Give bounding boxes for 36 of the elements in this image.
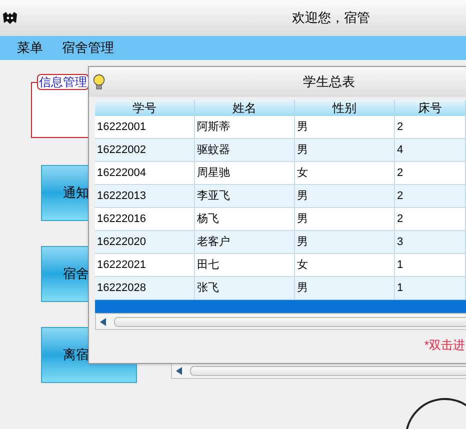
table-cell: 老客户	[195, 231, 295, 253]
group-legend: 信息管理	[37, 74, 89, 90]
table-cell: 16222020	[95, 231, 195, 253]
table-cell: 女	[295, 254, 395, 276]
table-cell: 2	[395, 116, 466, 138]
table-cell: 1	[395, 277, 466, 299]
table-cell: 16222028	[95, 277, 195, 299]
table-cell: 驱蚊器	[195, 139, 295, 161]
table-cell: 张飞	[195, 277, 295, 299]
table-cell: 男	[295, 208, 395, 230]
table-cell: 男	[295, 277, 395, 299]
table-cell: 16222013	[95, 185, 195, 207]
table-cell: 男	[295, 185, 395, 207]
table-cell: 阿斯蒂	[195, 116, 295, 138]
table-cell: 1	[395, 254, 466, 276]
table-cell: 2	[395, 208, 466, 230]
window-title: 欢迎您，宿管	[292, 9, 370, 28]
table-cell: 周星驰	[195, 162, 295, 184]
table-cell: 16222004	[95, 162, 195, 184]
dialog-title: 学生总表	[303, 73, 355, 92]
table-cell: 2	[395, 185, 466, 207]
table-cell: 16222002	[95, 139, 195, 161]
table-cell: 4	[395, 139, 466, 161]
table-cell: 李亚飞	[195, 185, 295, 207]
table-cell: 田七	[195, 254, 295, 276]
table-cell: 男	[295, 116, 395, 138]
table-cell: 男	[295, 231, 395, 253]
table-cell: 16222021	[95, 254, 195, 276]
table-cell: 2	[395, 162, 466, 184]
table-cell: 男	[295, 139, 395, 161]
table-cell: 16222001	[95, 116, 195, 138]
hint-text: *双击进	[424, 337, 465, 354]
table-cell: 16222016	[95, 208, 195, 230]
table-cell: 杨飞	[195, 208, 295, 230]
table-cell: 女	[295, 162, 395, 184]
table-cell: 3	[395, 231, 466, 253]
